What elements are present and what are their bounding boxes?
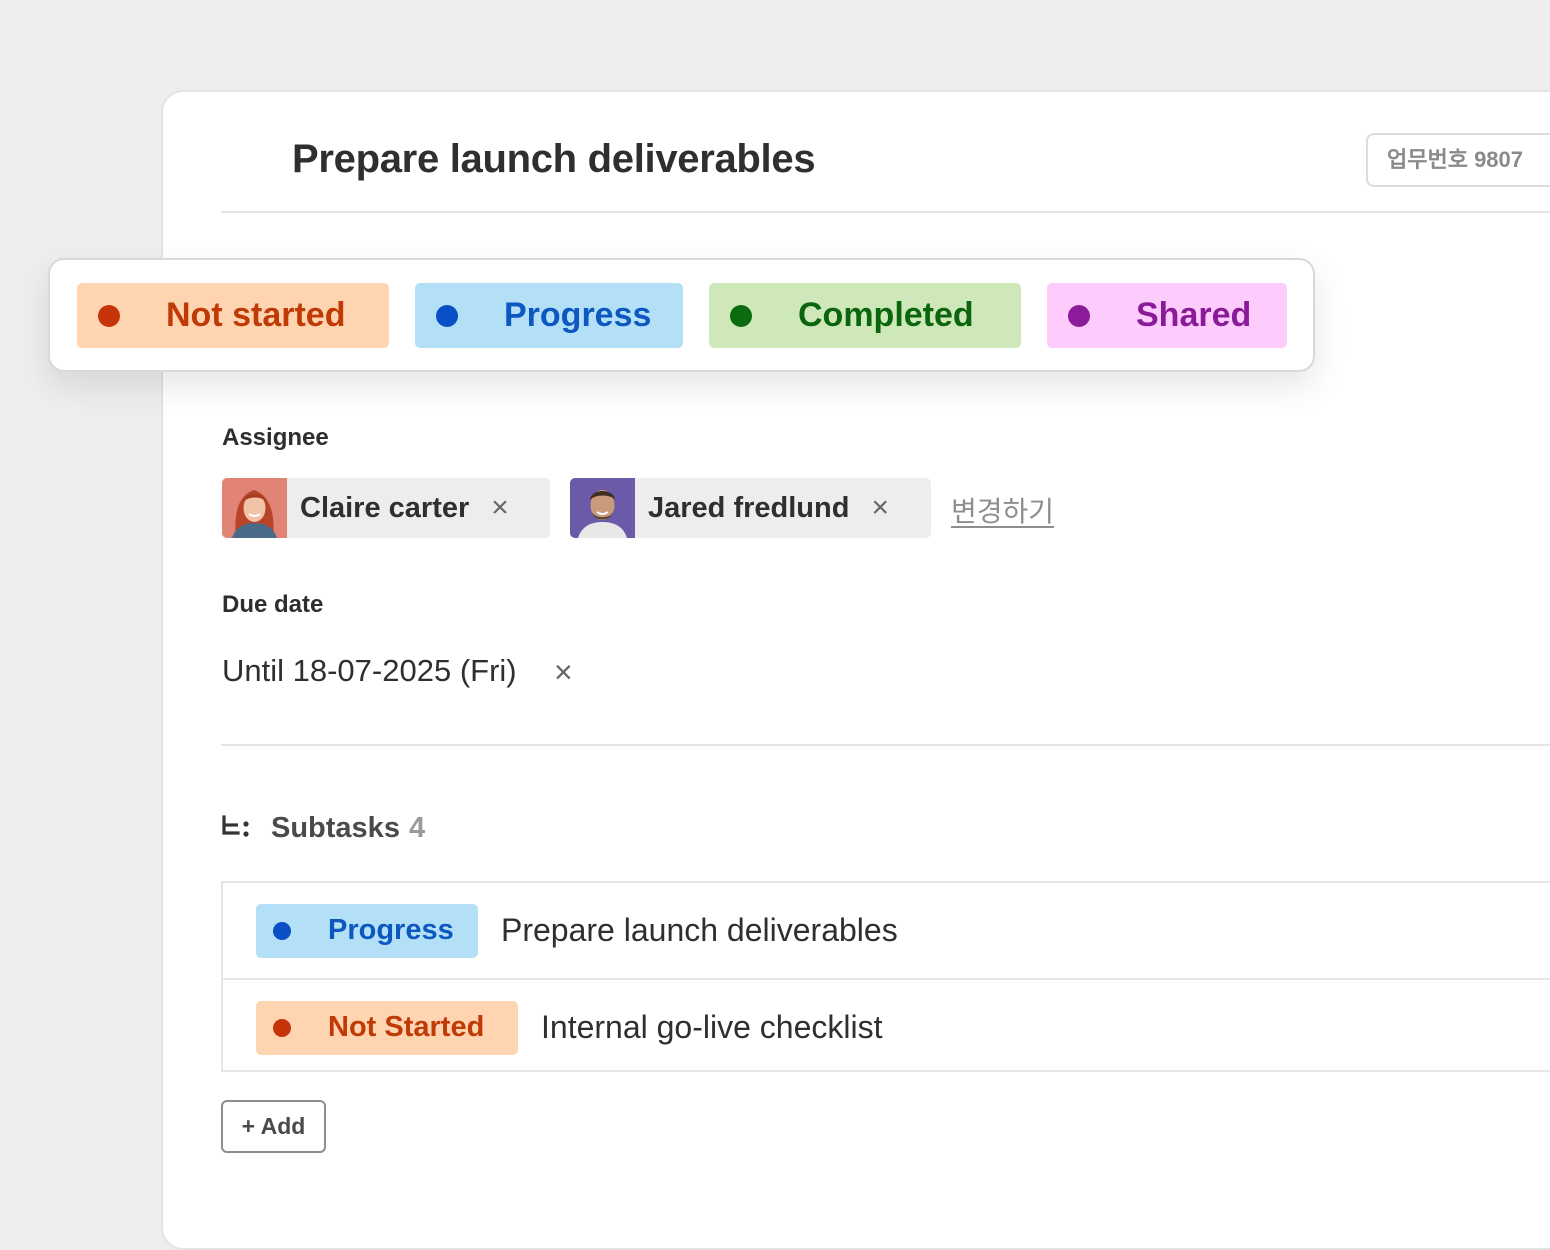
status-option-shared[interactable]: Shared: [1047, 283, 1287, 348]
clear-due-date-close-icon[interactable]: ×: [554, 656, 573, 688]
status-dot-icon: [1068, 304, 1090, 327]
status-option-label: Progress: [504, 296, 652, 334]
status-dot-icon: [273, 1018, 291, 1037]
due-date-value[interactable]: Until 18-07-2025 (Fri): [222, 653, 517, 689]
subtask-tree-icon: [221, 813, 251, 844]
status-option-label: Shared: [1136, 296, 1252, 334]
status-dot-icon: [273, 921, 291, 940]
subtask-list: Progress Prepare launch deliverables Not…: [221, 881, 1550, 1072]
status-option-not-started[interactable]: Not started: [77, 283, 389, 348]
subtask-status-badge[interactable]: Not Started: [256, 1000, 518, 1055]
change-assignee-link[interactable]: 변경하기: [951, 490, 1054, 530]
status-dot-icon: [730, 304, 752, 327]
remove-assignee-close-icon[interactable]: ×: [871, 493, 889, 523]
subtasks-title: Subtasks: [271, 812, 400, 844]
task-title: Prepare launch deliverables: [292, 137, 816, 181]
assignee-chip: Jared fredlund ×: [570, 478, 931, 538]
add-subtask-button[interactable]: + Add: [221, 1100, 326, 1153]
subtask-title[interactable]: Internal go-live checklist: [541, 1009, 882, 1046]
assignee-label: Assignee: [222, 424, 329, 451]
remove-assignee-close-icon[interactable]: ×: [491, 493, 509, 523]
subtask-row[interactable]: Not Started Internal go-live checklist: [223, 978, 1550, 1075]
assignee-chip: Claire carter ×: [222, 478, 550, 538]
subtasks-count: 4: [408, 812, 426, 844]
due-date-label: Due date: [222, 591, 324, 618]
status-option-label: Completed: [798, 296, 974, 334]
subtask-status-badge[interactable]: Progress: [256, 903, 478, 958]
header-divider: [221, 211, 1550, 213]
subtask-status-label: Progress: [328, 914, 454, 946]
subtask-status-label: Not Started: [328, 1011, 485, 1043]
subtask-title[interactable]: Prepare launch deliverables: [501, 912, 898, 949]
assignee-name: Claire carter: [300, 491, 470, 524]
avatar: [222, 478, 287, 538]
status-option-completed[interactable]: Completed: [709, 283, 1021, 348]
assignee-name: Jared fredlund: [648, 491, 850, 524]
status-popover: Not started Progress Completed Shared: [48, 258, 1315, 372]
status-dot-icon: [436, 304, 458, 327]
avatar: [570, 478, 635, 538]
subtask-row[interactable]: Progress Prepare launch deliverables: [223, 883, 1550, 978]
subtasks-header: Subtasks 4: [221, 812, 425, 845]
task-number-badge: 업무번호 9807: [1366, 133, 1550, 187]
status-option-label: Not started: [166, 296, 346, 334]
status-option-progress[interactable]: Progress: [415, 283, 683, 348]
status-dot-icon: [98, 304, 120, 327]
section-divider: [221, 744, 1550, 746]
